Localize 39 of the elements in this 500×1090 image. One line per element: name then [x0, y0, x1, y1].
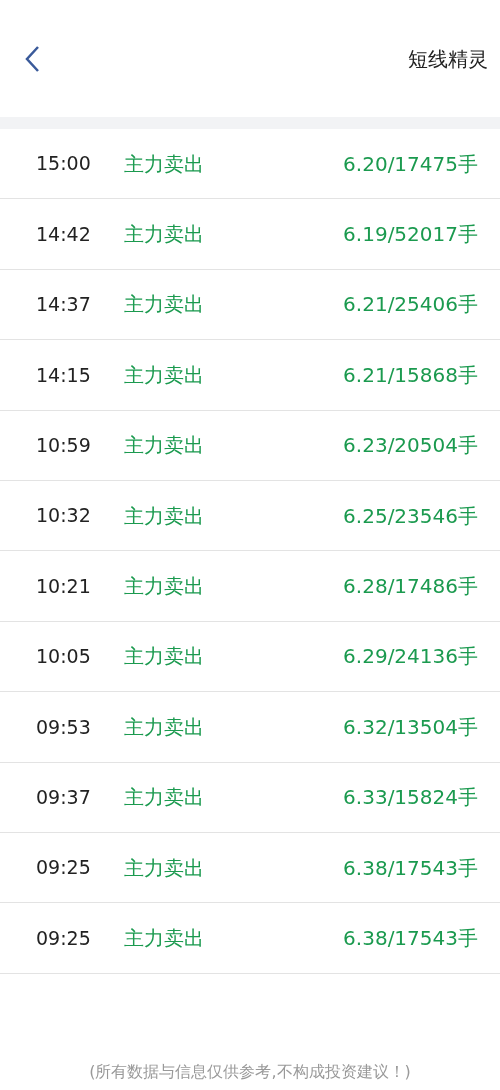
- time-cell-text: 09:25: [36, 925, 92, 951]
- action-cell-text: 主力卖出: [124, 221, 204, 249]
- time-cell-text: 10:32: [36, 503, 92, 529]
- time-cell-text: 09:53: [36, 714, 92, 740]
- time-cell-text: 09:37: [36, 784, 92, 810]
- price-volume-cell-text: 6.33/15824手: [343, 784, 478, 812]
- time-cell-text: 10:21: [36, 573, 92, 599]
- action-cell-text: 主力卖出: [124, 854, 204, 882]
- action-cell-text: 主力卖出: [124, 713, 204, 741]
- action-cell-text: 主力卖出: [124, 573, 204, 601]
- price-volume-cell-text: 6.21/25406手: [343, 291, 478, 319]
- time-cell-text: 14:15: [36, 362, 92, 388]
- time-cell-text: 10:59: [36, 433, 92, 458]
- action-cell-text: 主力卖出: [124, 502, 204, 530]
- page-title: 短线精灵: [408, 45, 488, 73]
- price-volume-cell-text: 6.28/17486手: [343, 573, 478, 601]
- action-cell-text: 主力卖出: [124, 643, 204, 671]
- price-volume-cell-text: 6.20/17475手: [343, 150, 478, 178]
- time-cell-text: 15:00: [36, 151, 92, 177]
- action-cell-text: 主力卖出: [124, 150, 204, 178]
- time-cell-text: 10:05: [36, 644, 92, 670]
- time-cell-text: 14:37: [36, 292, 92, 318]
- price-volume-cell-text: 6.25/23546手: [343, 502, 478, 530]
- action-cell-text: 主力卖出: [124, 432, 204, 460]
- price-volume-cell-text: 6.38/17543手: [343, 925, 478, 952]
- price-volume-cell-text: 6.32/13504手: [343, 713, 478, 741]
- price-volume-cell-text: 6.23/20504手: [343, 432, 478, 460]
- action-cell-text: 主力卖出: [124, 784, 204, 812]
- price-volume-cell-text: 6.21/15868手: [343, 361, 478, 389]
- action-cell-text: 主力卖出: [124, 361, 204, 389]
- price-volume-cell-text: 6.38/17543手: [343, 854, 478, 882]
- time-cell-text: 14:42: [36, 221, 92, 247]
- price-volume-cell-text: 6.19/52017手: [343, 221, 478, 249]
- time-cell-text: 09:25: [36, 855, 92, 881]
- back-icon[interactable]: [24, 44, 40, 73]
- action-cell-text: 主力卖出: [124, 925, 204, 952]
- price-volume-cell-text: 6.29/24136手: [343, 643, 478, 671]
- disclaimer-text: (所有数据与信息仅供参考,不构成投资建议！): [89, 1061, 411, 1081]
- action-cell-text: 主力卖出: [124, 291, 204, 319]
